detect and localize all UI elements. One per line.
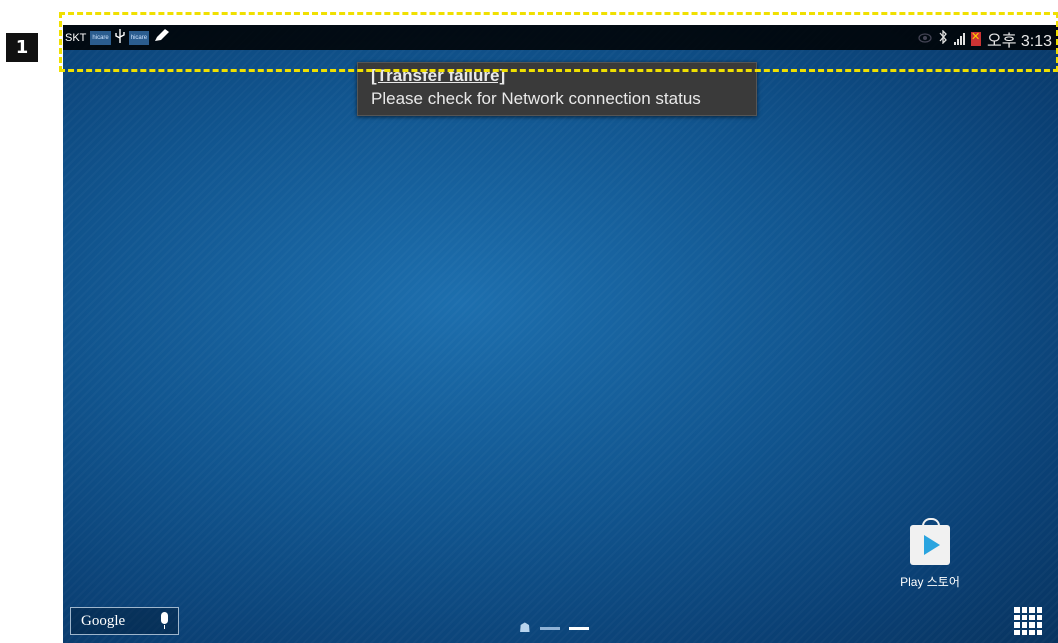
android-home-screen: SKT hicare hicare 오후 3:13 [Transfe xyxy=(63,25,1058,643)
hicare-notification-icon: hicare xyxy=(128,30,150,45)
usb-icon xyxy=(115,29,125,46)
google-search-label[interactable]: Google xyxy=(81,613,125,630)
voice-search-mic-icon[interactable] xyxy=(161,612,168,629)
page-indicator-dash-active[interactable] xyxy=(568,626,589,630)
step-number-badge: 1 xyxy=(6,33,38,62)
page-indicator-dash[interactable] xyxy=(539,626,560,630)
play-store-shortcut[interactable]: Play 스토어 xyxy=(895,518,965,590)
toast-title: [Transfer failure] xyxy=(371,66,506,85)
hicare-notification-icon: hicare xyxy=(90,30,111,45)
status-bar[interactable]: SKT hicare hicare 오후 3:13 xyxy=(63,25,1058,50)
status-time: 오후 3:13 xyxy=(986,33,1052,50)
status-bar-left: SKT hicare hicare xyxy=(65,29,170,46)
toast-message: Please check for Network connection stat… xyxy=(371,89,701,108)
signal-icon xyxy=(953,33,965,45)
bluetooth-icon xyxy=(938,28,948,49)
home-page-indicator[interactable]: ☗ xyxy=(519,620,589,636)
home-page-icon[interactable]: ☗ xyxy=(519,620,531,636)
app-drawer-icon[interactable] xyxy=(1014,607,1042,635)
play-store-label: Play 스토어 xyxy=(900,575,960,589)
carrier-label: SKT xyxy=(65,31,87,44)
pencil-icon xyxy=(153,29,170,46)
battery-icon xyxy=(970,30,981,46)
eye-icon xyxy=(918,30,932,48)
play-store-icon[interactable] xyxy=(910,518,950,565)
status-bar-right: 오후 3:13 xyxy=(918,27,1052,51)
transfer-failure-toast: [Transfer failure] Please check for Netw… xyxy=(357,62,757,116)
google-search-widget[interactable]: Google xyxy=(70,607,179,635)
